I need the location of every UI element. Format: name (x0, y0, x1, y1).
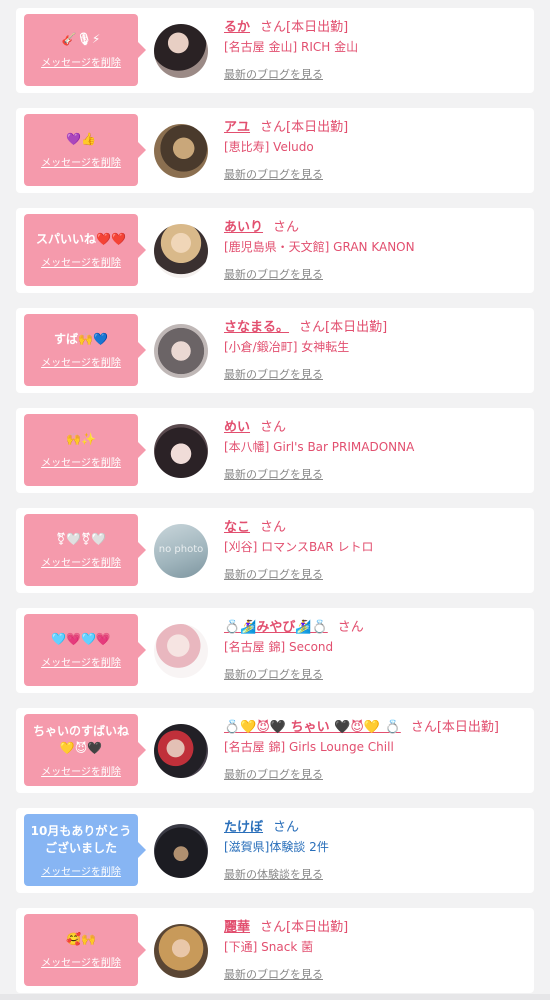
shop-name: [鹿児島県・天文館] GRAN KANON (224, 240, 415, 254)
delete-message-link[interactable]: メッセージを削除 (41, 54, 121, 69)
delete-message-link[interactable]: メッセージを削除 (41, 763, 121, 778)
message-bubble: 🎸🎙⚡ メッセージを削除 (24, 14, 146, 86)
avatar[interactable] (154, 424, 208, 478)
delete-message-link[interactable]: メッセージを削除 (41, 863, 121, 878)
honorific: さん (260, 19, 287, 35)
shop-name: [本八幡] Girl's Bar PRIMADONNA (224, 440, 415, 454)
avatar[interactable] (154, 724, 208, 778)
message-bubble: 10月もありがとう ございました メッセージを削除 (24, 814, 146, 886)
avatar[interactable]: no photo (154, 524, 208, 578)
latest-blog-link[interactable]: 最新のブログを見る (224, 66, 323, 82)
honorific: さん (299, 319, 326, 335)
delete-message-link[interactable]: メッセージを削除 (41, 954, 121, 969)
message-text: 🥰🙌 (66, 932, 96, 946)
user-name-link[interactable]: たけぼ (224, 816, 263, 835)
message-text: スパいいね❤️❤️ (36, 232, 126, 246)
honorific: さん (260, 119, 287, 135)
list-item: 🎸🎙⚡ メッセージを削除 るか さん [本日出勤] [名古屋 金山] RICH … (16, 8, 534, 93)
shop-name: [刈谷] ロマンスBAR レトロ (224, 540, 374, 554)
latest-review-link[interactable]: 最新の体験談を見る (224, 866, 323, 882)
user-name-link[interactable]: 💍🏄‍♀️みやび🏄‍♀️💍 (224, 616, 328, 635)
message-bubble: 🩵💗🩵💗 メッセージを削除 (24, 614, 146, 686)
working-today-badge: [本日出勤] (286, 19, 349, 35)
latest-blog-link[interactable]: 最新のブログを見る (224, 166, 323, 182)
list-item: 🥰🙌 メッセージを削除 麗華 さん [本日出勤] [下通] Snack 菌 最新… (16, 908, 534, 993)
list-item: 💜👍 メッセージを削除 アユ さん [本日出勤] [恵比寿] Veludo 最新… (16, 108, 534, 193)
shop-name: [下通] Snack 菌 (224, 940, 314, 954)
delete-message-link[interactable]: メッセージを削除 (41, 354, 121, 369)
list-item: 🩵💗🩵💗 メッセージを削除 💍🏄‍♀️みやび🏄‍♀️💍 さん [名古屋 錦] S… (16, 608, 534, 693)
delete-message-link[interactable]: メッセージを削除 (41, 654, 121, 669)
working-today-badge: [本日出勤] (325, 319, 388, 335)
honorific: さん (260, 519, 287, 535)
message-text: 🙌✨ (66, 432, 96, 446)
message-bubble: ちゃいのすばいね 💛😈🖤 メッセージを削除 (24, 714, 146, 786)
user-name-link[interactable]: あいり (224, 216, 263, 235)
avatar[interactable] (154, 824, 208, 878)
user-name-link[interactable]: アユ (224, 116, 250, 135)
message-bubble: スパいいね❤️❤️ メッセージを削除 (24, 214, 146, 286)
shop-name: [恵比寿] Veludo (224, 140, 314, 154)
list-item: ⚧🤍⚧🤍 メッセージを削除 no photo なこ さん [刈谷] ロマンスBA… (16, 508, 534, 593)
message-text: すば🙌💙 (54, 332, 108, 346)
user-name-link[interactable]: なこ (224, 516, 250, 535)
user-name-link[interactable]: るか (224, 16, 250, 35)
list-item: スパいいね❤️❤️ メッセージを削除 あいり さん [鹿児島県・天文館] GRA… (16, 208, 534, 293)
latest-blog-link[interactable]: 最新のブログを見る (224, 466, 323, 482)
working-today-badge: [本日出勤] (436, 719, 499, 735)
working-today-badge: [本日出勤] (286, 919, 349, 935)
no-photo-placeholder: no photo (158, 544, 204, 555)
message-text: 10月もありがとう ございました (30, 823, 132, 855)
honorific: さん (337, 619, 364, 635)
message-bubble: 🥰🙌 メッセージを削除 (24, 914, 146, 986)
delete-message-link[interactable]: メッセージを削除 (41, 454, 121, 469)
delete-message-link[interactable]: メッセージを削除 (41, 254, 121, 269)
honorific: さん (273, 219, 300, 235)
next-item-edge (0, 994, 550, 1000)
user-name-link[interactable]: 💍💛😈🖤 ちゃい 🖤😈💛 💍 (224, 716, 401, 735)
honorific: さん (410, 719, 437, 735)
latest-blog-link[interactable]: 最新のブログを見る (224, 766, 323, 782)
list-item: 🙌✨ メッセージを削除 めい さん [本八幡] Girl's Bar PRIMA… (16, 408, 534, 493)
message-text: ちゃいのすばいね 💛😈🖤 (32, 723, 129, 755)
shop-name: [小倉/鍛冶町] 女神転生 (224, 340, 350, 354)
latest-blog-link[interactable]: 最新のブログを見る (224, 966, 323, 982)
list-item: ちゃいのすばいね 💛😈🖤 メッセージを削除 💍💛😈🖤 ちゃい 🖤😈💛 💍 さん … (16, 708, 534, 793)
avatar[interactable] (154, 924, 208, 978)
latest-blog-link[interactable]: 最新のブログを見る (224, 366, 323, 382)
list-item: 10月もありがとう ございました メッセージを削除 たけぼ さん [滋賀県]体験… (16, 808, 534, 893)
message-bubble: 🙌✨ メッセージを削除 (24, 414, 146, 486)
user-name-link[interactable]: 麗華 (224, 916, 250, 935)
shop-name: [名古屋 錦] Girls Lounge Chill (224, 740, 394, 754)
honorific: さん (260, 419, 287, 435)
latest-blog-link[interactable]: 最新のブログを見る (224, 266, 323, 282)
latest-blog-link[interactable]: 最新のブログを見る (224, 566, 323, 582)
message-bubble: すば🙌💙 メッセージを削除 (24, 314, 146, 386)
message-bubble: ⚧🤍⚧🤍 メッセージを削除 (24, 514, 146, 586)
avatar[interactable] (154, 124, 208, 178)
delete-message-link[interactable]: メッセージを削除 (41, 554, 121, 569)
avatar[interactable] (154, 324, 208, 378)
avatar[interactable] (154, 24, 208, 78)
message-text: 💜👍 (66, 132, 96, 146)
avatar[interactable] (154, 224, 208, 278)
delete-message-link[interactable]: メッセージを削除 (41, 154, 121, 169)
user-name-link[interactable]: めい (224, 416, 250, 435)
avatar[interactable] (154, 624, 208, 678)
latest-blog-link[interactable]: 最新のブログを見る (224, 666, 323, 682)
honorific: さん (260, 919, 287, 935)
message-text: 🎸🎙⚡ (61, 32, 101, 46)
review-count: [滋賀県]体験談 2件 (224, 840, 329, 854)
message-bubble: 💜👍 メッセージを削除 (24, 114, 146, 186)
working-today-badge: [本日出勤] (286, 119, 349, 135)
shop-name: [名古屋 錦] Second (224, 640, 334, 654)
message-text: 🩵💗🩵💗 (51, 632, 111, 646)
user-name-link[interactable]: さなまる。 (224, 316, 289, 335)
honorific: さん (273, 819, 300, 835)
list-item: すば🙌💙 メッセージを削除 さなまる。 さん [本日出勤] [小倉/鍛冶町] 女… (16, 308, 534, 393)
message-text: ⚧🤍⚧🤍 (56, 532, 106, 546)
shop-name: [名古屋 金山] RICH 金山 (224, 40, 359, 54)
